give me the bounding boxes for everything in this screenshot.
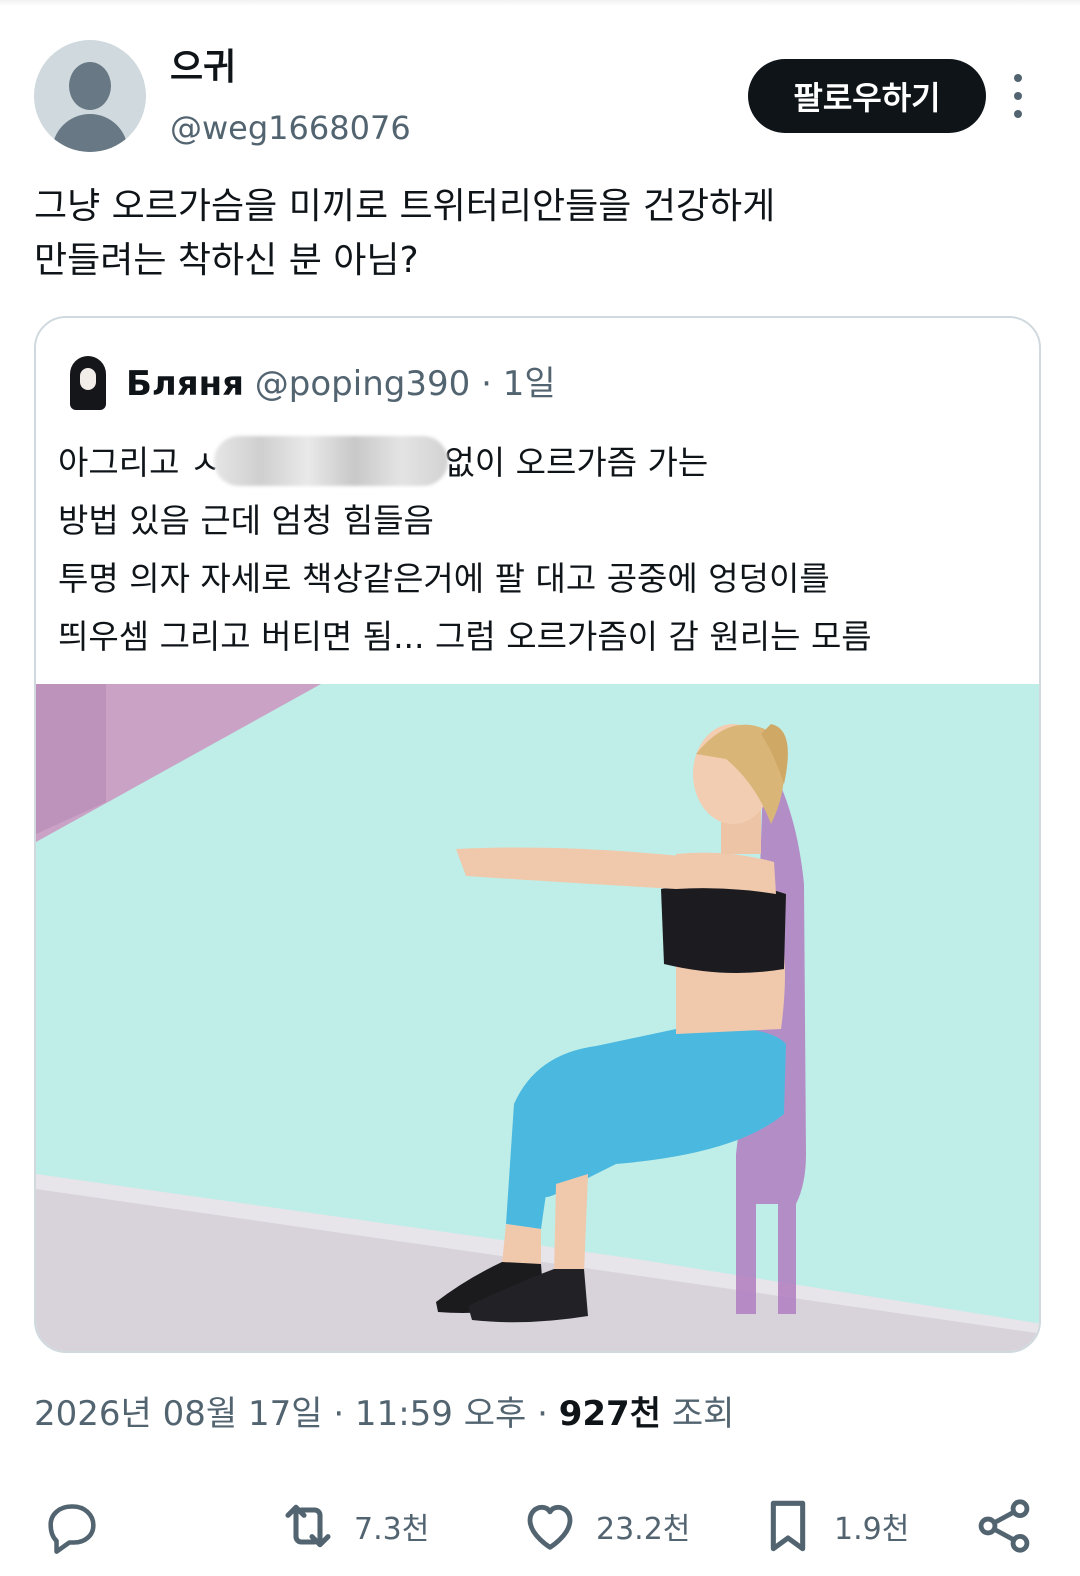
quoted-tweet-card[interactable]: Бляня @poping390 · 1일 아그리고 ㅅ 터치 진짜 아예 없이…	[34, 316, 1041, 1353]
share-icon	[978, 1499, 1030, 1553]
timestamp-separator: ·	[537, 1394, 548, 1434]
top-divider	[0, 0, 1080, 6]
views-count: 927천	[558, 1394, 661, 1434]
quoted-author-avatar	[66, 354, 110, 412]
bookmark-button[interactable]: 1.9천	[756, 1486, 909, 1566]
tweet-text: 그냥 오르가슴을 미끼로 트위터리안들을 건강하게 만들려는 착하신 분 아님?	[34, 186, 776, 281]
retweet-button[interactable]: 7.3천	[276, 1486, 429, 1566]
follow-button[interactable]: 팔로우하기	[748, 59, 986, 133]
quoted-author-name: Бляня	[126, 364, 244, 404]
tweet-date-time[interactable]: 2026년 08월 17일 · 11:59 오후	[34, 1394, 526, 1434]
reply-button[interactable]	[40, 1486, 118, 1566]
author-avatar[interactable]	[34, 40, 146, 152]
censored-text-blur	[214, 436, 448, 486]
more-dots-icon[interactable]	[1006, 74, 1030, 118]
quoted-tweet-text: 아그리고 ㅅ 터치 진짜 아예 없이 오르가즘 가는 방법 있음 근데 엄청 힘…	[58, 443, 872, 656]
author-display-name[interactable]: 으귀	[170, 44, 236, 92]
quoted-tweet-time: 1일	[502, 364, 556, 404]
bookmark-icon	[770, 1500, 806, 1552]
author-handle[interactable]: @weg1668076	[170, 108, 411, 148]
quoted-meta-separator: ·	[481, 364, 492, 404]
retweet-icon	[285, 1504, 331, 1548]
quoted-tweet-meta: Бляня @poping390 · 1일	[126, 362, 556, 406]
retweet-count: 7.3천	[354, 1512, 430, 1547]
bookmark-count: 1.9천	[834, 1512, 910, 1547]
share-button[interactable]	[972, 1486, 1036, 1566]
quoted-author-handle: @poping390	[254, 364, 471, 404]
views-label: 조회	[671, 1394, 735, 1434]
tweet-timestamp: 2026년 08월 17일 · 11:59 오후 · 927천 조회	[34, 1390, 734, 1438]
like-icon	[527, 1504, 573, 1550]
quoted-tweet-image[interactable]	[36, 684, 1039, 1351]
like-button[interactable]: 23.2천	[518, 1486, 690, 1566]
like-count: 23.2천	[596, 1512, 691, 1547]
reply-icon	[48, 1504, 96, 1554]
tweet-action-bar: 7.3천 23.2천 1.9천	[0, 1486, 1080, 1566]
